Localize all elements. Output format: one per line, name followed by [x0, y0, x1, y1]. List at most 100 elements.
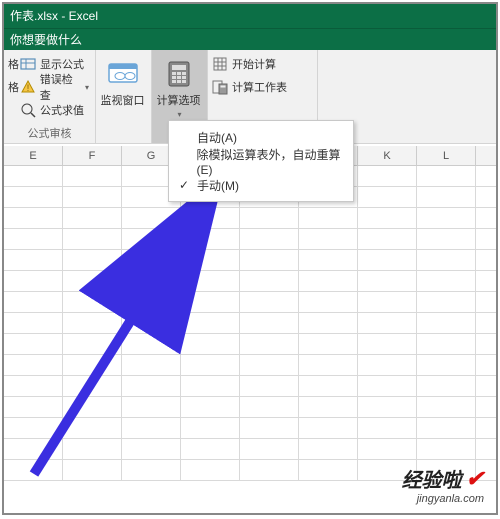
- cell[interactable]: [4, 292, 63, 312]
- cell[interactable]: [63, 229, 122, 249]
- cell[interactable]: [417, 376, 476, 396]
- cell[interactable]: [63, 166, 122, 186]
- cell[interactable]: [417, 439, 476, 459]
- cell[interactable]: [476, 334, 496, 354]
- cell[interactable]: [476, 250, 496, 270]
- cell[interactable]: [358, 292, 417, 312]
- cell[interactable]: [63, 313, 122, 333]
- cell[interactable]: [181, 250, 240, 270]
- cell[interactable]: [299, 439, 358, 459]
- cell[interactable]: [240, 313, 299, 333]
- cell[interactable]: [63, 418, 122, 438]
- cell[interactable]: [476, 229, 496, 249]
- cell[interactable]: [63, 292, 122, 312]
- cell[interactable]: [240, 271, 299, 291]
- cell[interactable]: [476, 208, 496, 228]
- cell[interactable]: [240, 376, 299, 396]
- cell[interactable]: [181, 229, 240, 249]
- cell[interactable]: [358, 208, 417, 228]
- cell[interactable]: [358, 355, 417, 375]
- cell[interactable]: [417, 292, 476, 312]
- cell[interactable]: [240, 460, 299, 480]
- cell[interactable]: [240, 439, 299, 459]
- watch-window-button[interactable]: 监视窗口: [96, 50, 152, 143]
- cell[interactable]: [181, 355, 240, 375]
- cell[interactable]: [4, 229, 63, 249]
- cell[interactable]: [63, 271, 122, 291]
- cell[interactable]: [476, 166, 496, 186]
- error-check-button[interactable]: 格 ! 错误检查 ▾: [8, 77, 89, 97]
- cell[interactable]: [240, 355, 299, 375]
- col-header[interactable]: M: [476, 146, 496, 165]
- cell[interactable]: [417, 334, 476, 354]
- cell[interactable]: [181, 334, 240, 354]
- menu-item-manual[interactable]: ✓ 手动(M): [171, 173, 351, 197]
- cell[interactable]: [122, 460, 181, 480]
- cell[interactable]: [4, 460, 63, 480]
- cell[interactable]: [63, 439, 122, 459]
- cell[interactable]: [4, 376, 63, 396]
- cell[interactable]: [181, 439, 240, 459]
- cell[interactable]: [122, 271, 181, 291]
- cell[interactable]: [181, 208, 240, 228]
- cell[interactable]: [476, 418, 496, 438]
- cell[interactable]: [299, 334, 358, 354]
- cell[interactable]: [181, 376, 240, 396]
- cell[interactable]: [476, 397, 496, 417]
- cell[interactable]: [358, 418, 417, 438]
- cell[interactable]: [122, 376, 181, 396]
- cell[interactable]: [417, 250, 476, 270]
- cell[interactable]: [122, 418, 181, 438]
- cell[interactable]: [299, 397, 358, 417]
- cell[interactable]: [358, 439, 417, 459]
- cell[interactable]: [122, 334, 181, 354]
- cell[interactable]: [299, 229, 358, 249]
- cell[interactable]: [240, 250, 299, 270]
- cell[interactable]: [63, 397, 122, 417]
- cell[interactable]: [358, 313, 417, 333]
- col-header[interactable]: F: [63, 146, 122, 165]
- cell[interactable]: [299, 271, 358, 291]
- cell[interactable]: [299, 250, 358, 270]
- cell[interactable]: [417, 187, 476, 207]
- cell[interactable]: [181, 397, 240, 417]
- cell[interactable]: [476, 271, 496, 291]
- cell[interactable]: [240, 208, 299, 228]
- col-header[interactable]: K: [358, 146, 417, 165]
- cell[interactable]: [299, 418, 358, 438]
- cell[interactable]: [417, 418, 476, 438]
- cell[interactable]: [122, 397, 181, 417]
- cell[interactable]: [358, 376, 417, 396]
- cell[interactable]: [122, 313, 181, 333]
- cell[interactable]: [4, 397, 63, 417]
- cell[interactable]: [122, 250, 181, 270]
- cell[interactable]: [122, 355, 181, 375]
- cell[interactable]: [181, 313, 240, 333]
- cell[interactable]: [240, 292, 299, 312]
- cell[interactable]: [4, 439, 63, 459]
- cell[interactable]: [181, 460, 240, 480]
- cell[interactable]: [358, 397, 417, 417]
- cell[interactable]: [417, 313, 476, 333]
- cell[interactable]: [358, 166, 417, 186]
- cell[interactable]: [122, 292, 181, 312]
- cell[interactable]: [4, 355, 63, 375]
- cell[interactable]: [476, 292, 496, 312]
- cell[interactable]: [122, 229, 181, 249]
- cell[interactable]: [63, 355, 122, 375]
- cell[interactable]: [181, 418, 240, 438]
- cell[interactable]: [4, 334, 63, 354]
- cell[interactable]: [4, 166, 63, 186]
- cell[interactable]: [476, 355, 496, 375]
- cell[interactable]: [299, 460, 358, 480]
- cell[interactable]: [4, 313, 63, 333]
- cell[interactable]: [63, 250, 122, 270]
- cell[interactable]: [417, 208, 476, 228]
- cell[interactable]: [4, 418, 63, 438]
- cell[interactable]: [358, 334, 417, 354]
- cell[interactable]: [299, 313, 358, 333]
- cell[interactable]: [63, 376, 122, 396]
- cell[interactable]: [240, 418, 299, 438]
- cell[interactable]: [476, 313, 496, 333]
- cell[interactable]: [417, 271, 476, 291]
